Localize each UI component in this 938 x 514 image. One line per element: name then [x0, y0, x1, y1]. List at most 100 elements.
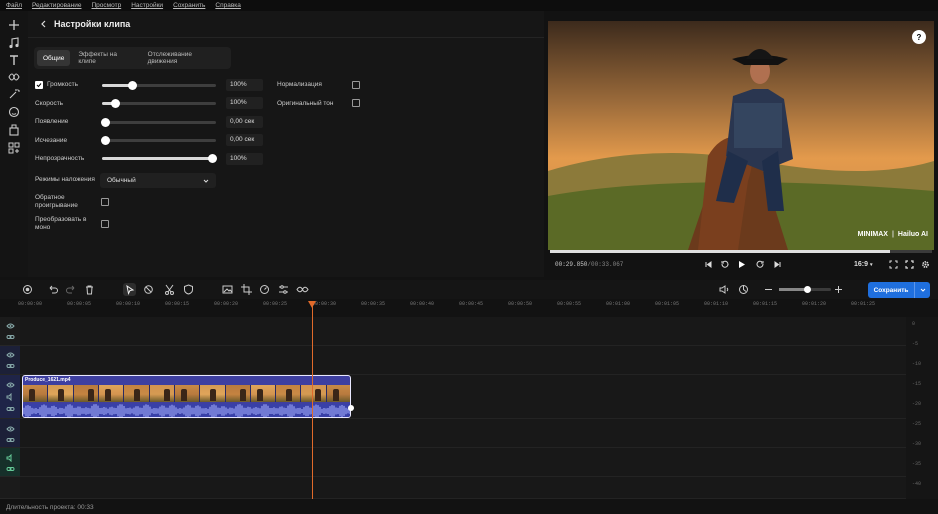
normalize-label: Нормализация: [277, 81, 322, 88]
adjust-icon[interactable]: [277, 283, 290, 296]
track-lane[interactable]: [20, 346, 906, 375]
menu-view[interactable]: Просмотр: [92, 2, 122, 9]
chevron-down-icon[interactable]: [914, 282, 930, 298]
link-icon[interactable]: [6, 465, 15, 473]
ruler-tick: 00:01:05: [654, 301, 680, 307]
original-tone-label: Оригинальный тон: [277, 100, 334, 107]
eye-icon[interactable]: [6, 381, 15, 389]
tab-motion-tracking[interactable]: Отслеживание движения: [142, 50, 226, 66]
rewind-icon[interactable]: [720, 260, 729, 269]
fit-icon[interactable]: [889, 260, 898, 269]
overlay-icon[interactable]: [8, 124, 20, 136]
clip-handle[interactable]: [348, 405, 354, 411]
text-icon[interactable]: [8, 54, 20, 66]
link-icon[interactable]: [6, 436, 15, 444]
help-button[interactable]: ?: [912, 30, 926, 44]
normalize-checkbox[interactable]: [352, 81, 360, 89]
eye-icon[interactable]: [6, 425, 15, 433]
audio-waveform: [23, 404, 350, 417]
tab-general[interactable]: Общие: [37, 50, 71, 66]
speaker-icon[interactable]: [6, 393, 15, 401]
track-lane[interactable]: [20, 317, 906, 346]
clip-thumbnail: [73, 385, 99, 402]
save-button[interactable]: Сохранить: [868, 282, 930, 298]
ruler-tick: 00:00:45: [458, 301, 484, 307]
menu-settings[interactable]: Настройки: [131, 2, 163, 9]
chevron-down-icon: [203, 179, 209, 183]
settings-tabs: Общие Эффекты на клипе Отслеживание движ…: [34, 47, 231, 69]
blend-mode-value: Обычный: [107, 177, 136, 184]
track-lane[interactable]: [20, 448, 906, 477]
timeline-ruler[interactable]: 00:00:00 00:00:05 00:00:10 00:00:15 00:00:20…: [18, 299, 938, 317]
speed-icon[interactable]: [258, 283, 271, 296]
skip-start-icon[interactable]: [704, 260, 713, 269]
link-icon[interactable]: [296, 283, 309, 296]
disable-icon[interactable]: [142, 283, 155, 296]
opacity-value[interactable]: 100%: [226, 153, 263, 165]
shield-icon[interactable]: [182, 283, 195, 296]
speed-value[interactable]: 100%: [226, 97, 263, 109]
delete-icon[interactable]: [83, 283, 96, 296]
opacity-slider[interactable]: [102, 154, 217, 163]
link-icon[interactable]: [6, 362, 15, 370]
sticker-icon[interactable]: [8, 106, 20, 118]
effects-icon[interactable]: [8, 88, 20, 100]
original-tone-checkbox[interactable]: [352, 99, 360, 107]
music-icon[interactable]: [8, 37, 20, 49]
speaker-icon[interactable]: [6, 454, 15, 462]
forward-icon[interactable]: [756, 260, 765, 269]
menu-save[interactable]: Сохранить: [173, 2, 205, 9]
menu-help[interactable]: Справка: [215, 2, 241, 9]
crop-icon[interactable]: [240, 283, 253, 296]
menu-file[interactable]: Файл: [6, 2, 22, 9]
zoom-out-icon[interactable]: [762, 283, 775, 296]
snap-icon[interactable]: [737, 283, 750, 296]
back-arrow-icon[interactable]: [40, 20, 46, 28]
menu-edit[interactable]: Редактирование: [32, 2, 82, 9]
apps-icon[interactable]: [8, 142, 20, 154]
aspect-ratio-select[interactable]: 16:9 ▾: [854, 261, 872, 268]
gear-icon[interactable]: [921, 260, 930, 269]
split-icon[interactable]: [163, 283, 176, 296]
track-lane[interactable]: [20, 419, 906, 448]
fade-out-slider[interactable]: [101, 136, 216, 145]
track-lane[interactable]: [20, 477, 906, 499]
play-button[interactable]: [737, 260, 746, 269]
volume-checkbox[interactable]: [35, 81, 43, 89]
playhead[interactable]: [312, 301, 313, 499]
add-media-icon[interactable]: [8, 19, 20, 31]
volume-icon[interactable]: [718, 283, 731, 296]
video-preview[interactable]: MINIMAX | Hailuo AI ?: [548, 21, 934, 250]
image-icon[interactable]: [221, 283, 234, 296]
tab-clip-effects[interactable]: Эффекты на клипе: [72, 50, 139, 66]
undo-icon[interactable]: [46, 283, 59, 296]
meter-tick: -5: [912, 341, 919, 347]
fade-in-slider[interactable]: [101, 118, 216, 127]
reverse-checkbox[interactable]: [101, 198, 109, 206]
redo-icon[interactable]: [65, 283, 78, 296]
eye-icon[interactable]: [6, 322, 15, 330]
fade-out-value[interactable]: 0,00 сек: [226, 134, 263, 146]
playback-progress[interactable]: [550, 250, 932, 253]
playhead-handle[interactable]: [308, 301, 316, 308]
eye-icon[interactable]: [6, 351, 15, 359]
fullscreen-icon[interactable]: [905, 260, 914, 269]
video-clip[interactable]: Produce_1621.mp4: [22, 375, 351, 418]
watermark-brand-minimax: MINIMAX: [857, 231, 888, 238]
skip-end-icon[interactable]: [773, 260, 782, 269]
volume-value[interactable]: 100%: [226, 79, 263, 91]
track-header-2: [0, 346, 20, 375]
fade-in-value[interactable]: 0,00 сек: [226, 116, 263, 128]
zoom-in-icon[interactable]: [832, 283, 845, 296]
blend-mode-select[interactable]: Обычный: [100, 173, 216, 188]
ruler-tick: 00:00:15: [164, 301, 190, 307]
select-tool-icon[interactable]: [123, 283, 136, 296]
link-icon[interactable]: [6, 405, 15, 413]
record-icon[interactable]: [21, 283, 34, 296]
link-icon[interactable]: [6, 333, 15, 341]
zoom-slider[interactable]: [779, 286, 831, 293]
mono-checkbox[interactable]: [101, 220, 109, 228]
transition-icon[interactable]: [8, 71, 20, 83]
volume-slider[interactable]: [102, 81, 216, 90]
speed-slider[interactable]: [102, 99, 216, 108]
